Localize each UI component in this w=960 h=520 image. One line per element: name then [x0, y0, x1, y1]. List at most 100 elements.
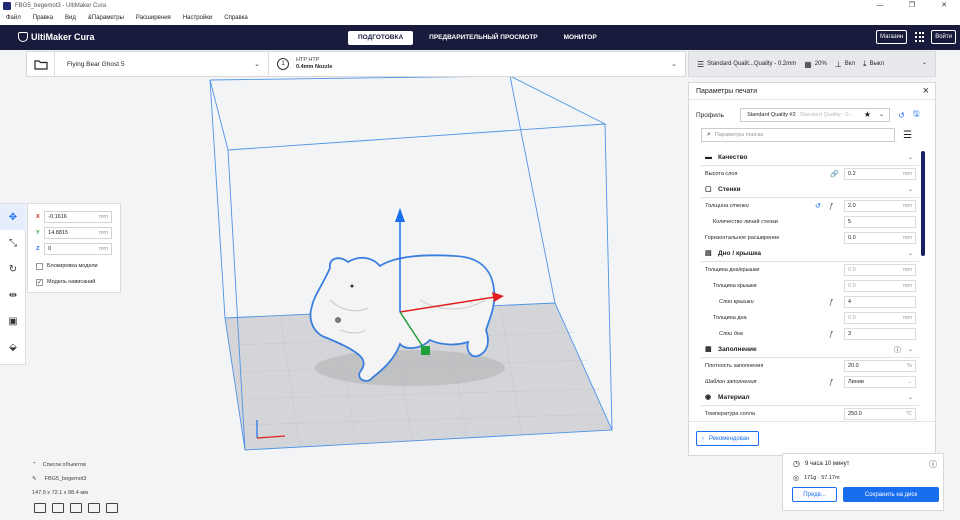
category-material[interactable]: ◉ Материал ⌄ [701, 390, 919, 406]
view-top-icon[interactable] [70, 503, 82, 513]
setting-nozzle-temp: Температура сопла 250.0 °C [701, 406, 919, 422]
reset-profile-icon[interactable]: ↺ [898, 111, 905, 120]
info-icon[interactable]: ⓘ [929, 459, 937, 470]
support-summary: Вкл [844, 61, 855, 67]
nozzle-temp-input[interactable]: 250.0 °C [844, 408, 916, 420]
settings-search-input[interactable]: ⌕ Параметры поиска [701, 128, 895, 142]
settings-menu-icon[interactable]: ☰ [903, 130, 912, 141]
setting-bottom-layers: Слои дна f 3 [701, 326, 919, 342]
z-axis-arrow[interactable] [395, 208, 405, 222]
print-settings-summary[interactable]: ☰ Standard Qualit...Quality - 0.2mm ▦ 20% … [688, 51, 936, 77]
horizontal-expansion-input[interactable]: 0.0 mm [844, 232, 916, 244]
chevron-down-icon: ⌄ [921, 60, 927, 66]
tab-preview[interactable]: ПРЕДВАРИТЕЛЬНЫЙ ПРОСМОТР [419, 31, 547, 45]
bottom-thickness-input[interactable]: 0.9 mm [844, 312, 916, 324]
x-coordinate-input[interactable]: -0.1616 mm [44, 211, 112, 223]
material-selector[interactable]: 1 HTP HTP 0.4mm Nozzle ⌄ [269, 52, 685, 76]
maximize-button[interactable]: ❐ [896, 0, 928, 11]
infill-density-input[interactable]: 20.0% [844, 360, 916, 372]
preview-button[interactable]: Предв... [792, 487, 837, 502]
bottom-layers-input[interactable]: 3 [844, 328, 916, 340]
profile-dropdown[interactable]: Standard Quality #2 Standard Quality - 0… [740, 108, 891, 122]
mirror-icon: ⇹ [8, 289, 18, 301]
menu-file[interactable]: Файл [6, 15, 21, 21]
category-quality[interactable]: ▬ Качество ⌄ [701, 150, 919, 166]
tab-prepare[interactable]: ПОДГОТОВКА [348, 31, 414, 45]
layer-height-input[interactable]: 0.2 mm [844, 168, 916, 180]
close-icon[interactable]: × [923, 85, 929, 97]
settings-scrollbar[interactable] [921, 151, 925, 256]
open-file-button[interactable] [27, 52, 55, 76]
logo-text: UltiMaker Cura [31, 32, 95, 42]
infill-pattern-select[interactable]: Линии ⌄ [844, 376, 916, 388]
topbottom-thickness-input[interactable]: 0.9 mm [844, 264, 916, 276]
object-list-toggle[interactable]: ⌃ Список объектов [32, 458, 88, 472]
category-walls[interactable]: ▢ Стенки ⌄ [701, 182, 919, 198]
infill-icon: ▦ [804, 59, 812, 69]
rotate-icon: ↻ [8, 263, 18, 275]
top-thickness-input[interactable]: 0.9 mm [844, 280, 916, 292]
menu-edit[interactable]: Правка [33, 15, 53, 21]
drop-down-model-checkbox[interactable]: ✓ Модель нависаний [36, 275, 112, 289]
setting-wall-line-count: Количество линий стенки 5 [701, 214, 919, 230]
x-axis-arrow[interactable] [492, 292, 504, 302]
function-icon: f [830, 378, 833, 386]
top-layers-input[interactable]: 4 [844, 296, 916, 308]
profile-label: Профиль [696, 111, 725, 119]
info-icon[interactable]: ⓘ [894, 345, 901, 355]
category-top-bottom[interactable]: ▤ Дно / крышка ⌄ [701, 246, 919, 262]
view-right-icon[interactable] [106, 503, 118, 513]
apps-grid-icon[interactable] [915, 32, 925, 42]
y-axis-arrow[interactable] [421, 346, 430, 355]
menu-view[interactable]: Вид [65, 15, 76, 21]
panel-title: Параметры печати [696, 87, 758, 95]
tab-monitor[interactable]: МОНИТОР [554, 31, 607, 45]
chevron-down-icon: ⌄ [671, 61, 677, 68]
menu-settings[interactable]: &Параметры [88, 15, 124, 21]
object-list-item[interactable]: ✎ FBG5_begemot3 [32, 472, 88, 486]
pencil-icon: ✎ [32, 476, 37, 482]
link-icon: 🔗 [830, 171, 839, 178]
per-model-settings-tool[interactable]: ▣ [0, 308, 26, 334]
marketplace-button[interactable]: Магазин [876, 30, 908, 44]
minimize-button[interactable]: — [864, 0, 896, 11]
close-window-button[interactable]: ✕ [928, 0, 960, 11]
spool-icon: ◎ [793, 475, 800, 482]
sliders-icon: ☰ [697, 59, 705, 69]
save-to-disk-button[interactable]: Сохранить на диск [843, 487, 939, 502]
wall-thickness-input[interactable]: 2.0 mm [844, 200, 916, 212]
recommended-mode-button[interactable]: ‹ Рекомендован [696, 431, 759, 446]
infill-summary: 20% [814, 61, 827, 67]
function-icon: f [830, 330, 833, 338]
y-coordinate-input[interactable]: 14.8815 mm [44, 227, 112, 239]
printer-selector[interactable]: Flying Bear Ghost 5 ⌄ [55, 52, 269, 76]
setting-top-thickness: Толщина крышки 0.9 mm [701, 278, 919, 294]
view-3d-icon[interactable] [34, 503, 46, 513]
print-settings-panel: Параметры печати × Профиль Standard Qual… [688, 82, 936, 456]
rotate-tool[interactable]: ↻ [0, 256, 26, 282]
chevron-down-icon: ⌄ [907, 187, 913, 193]
window-title: FBG5_begemot3 - UltiMaker Cura [15, 2, 107, 9]
view-left-icon[interactable] [88, 503, 100, 513]
y-label: Y [36, 230, 40, 236]
reset-icon[interactable]: ↺ [815, 202, 821, 210]
save-profile-icon[interactable]: 🖫 [913, 108, 920, 122]
mirror-tool[interactable]: ⇹ [0, 282, 26, 308]
menu-help[interactable]: Справка [224, 15, 248, 21]
wall-line-count-input[interactable]: 5 [844, 216, 916, 228]
extruder-icon: 1 [277, 58, 289, 70]
scale-icon: ⤡ [9, 237, 17, 249]
scale-tool[interactable]: ⤡ [0, 230, 26, 256]
z-coordinate-input[interactable]: 0 mm [44, 243, 112, 255]
move-tool[interactable]: ✥ [0, 204, 26, 230]
menu-extensions[interactable]: Расширения [136, 15, 171, 21]
favorite-star-icon[interactable]: ★ [864, 110, 871, 119]
category-infill[interactable]: ▦ Заполнение ⓘ ⌄ [701, 342, 919, 358]
signin-button[interactable]: Войти [931, 30, 956, 44]
lock-model-checkbox[interactable]: Блокировка модели [36, 259, 112, 273]
menu-preferences[interactable]: Настройки [183, 15, 212, 21]
view-front-icon[interactable] [52, 503, 64, 513]
move-icon: ✥ [8, 211, 18, 223]
support-blocker-tool[interactable]: ⬙ [0, 334, 26, 360]
clock-icon: ◷ [793, 459, 800, 468]
